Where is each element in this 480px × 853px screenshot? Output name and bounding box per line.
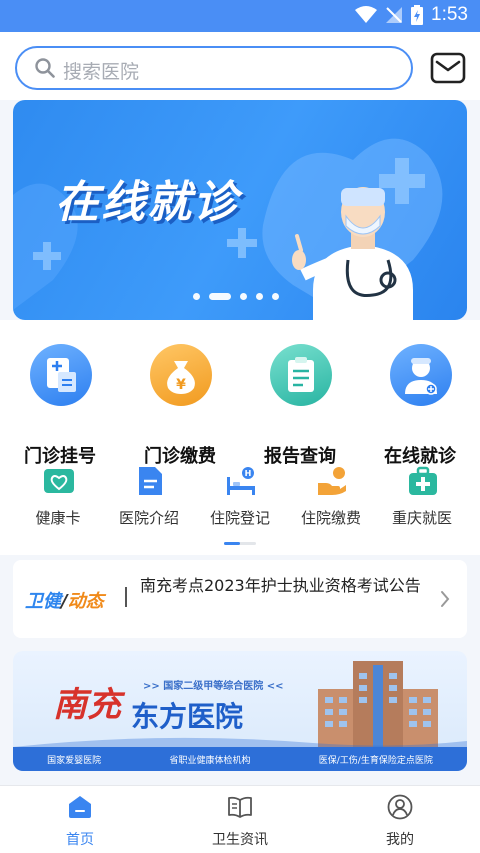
- service-inpatient-registration[interactable]: H 住院登记: [192, 465, 288, 535]
- money-bag-icon: ¥: [150, 344, 212, 406]
- chevron-right-icon[interactable]: [439, 590, 451, 608]
- service-inpatient-payment[interactable]: 住院缴费: [283, 465, 379, 535]
- carousel-dot: [272, 293, 279, 300]
- service-hospital-intro[interactable]: 医院介绍: [101, 465, 197, 535]
- ad-feature: 医保/工伤/生育保险定点医院: [318, 755, 433, 766]
- carousel-dot: [193, 293, 200, 300]
- news-ticker[interactable]: 卫健/动态 南充考点2023年护士执业资格考试公告: [13, 560, 467, 638]
- carousel-indicator: [193, 293, 279, 300]
- tab-label: 我的: [386, 832, 414, 848]
- news-tag: 卫健/动态: [25, 587, 104, 613]
- services-page-indicator: [224, 542, 256, 545]
- open-book-icon: [228, 796, 252, 818]
- service-outpatient-registration[interactable]: 门诊挂号: [0, 344, 120, 467]
- message-envelope-icon[interactable]: [430, 51, 466, 85]
- ad-hospital-name: 东方医院: [131, 700, 244, 733]
- news-headline[interactable]: 南充考点2023年护士执业资格考试公告: [140, 573, 438, 599]
- ad-hospital-grade: >> 国家二级甲等综合医院 <<: [143, 681, 284, 692]
- service-report-query[interactable]: 报告查询: [240, 344, 360, 467]
- search-row: 搜索医院: [0, 32, 480, 100]
- news-divider: [125, 587, 127, 607]
- bottom-tab-bar: 首页 卫生资讯 我的: [0, 785, 480, 853]
- doctor-icon: [390, 344, 452, 406]
- status-icons: 1:53: [355, 4, 468, 26]
- search-placeholder: 搜索医院: [63, 61, 140, 83]
- ad-feature: 省职业健康体检机构: [169, 755, 251, 766]
- report-clipboard-icon: [270, 344, 332, 406]
- ad-feature: 国家爱婴医院: [47, 755, 102, 766]
- service-health-card[interactable]: 健康卡: [10, 465, 106, 535]
- service-label: 医院介绍: [118, 509, 179, 527]
- registration-icon: [30, 344, 92, 406]
- news-tag-part2: 动态: [67, 591, 104, 612]
- tab-label: 卫生资讯: [212, 832, 268, 848]
- service-label: 重庆就医: [391, 509, 452, 527]
- service-label: 健康卡: [35, 509, 81, 527]
- banner-title: 在线就诊: [55, 177, 239, 228]
- ad-features-bar: 国家爱婴医院 省职业健康体检机构 医保/工伤/生育保险定点医院: [13, 747, 467, 771]
- status-time: 1:53: [431, 4, 468, 25]
- tab-home[interactable]: 首页: [30, 794, 130, 850]
- service-online-consultation[interactable]: 在线就诊: [360, 344, 480, 467]
- user-profile-icon: [387, 794, 413, 820]
- service-label: 住院登记: [209, 509, 270, 527]
- medical-kit-icon: [409, 466, 437, 495]
- news-tag-part1: 卫健: [25, 591, 61, 612]
- svg-text:H: H: [245, 469, 252, 478]
- svg-text:¥: ¥: [176, 377, 186, 393]
- search-icon: [35, 58, 55, 78]
- home-icon: [69, 796, 91, 818]
- wifi-icon: [355, 6, 378, 23]
- service-chongqing-medical[interactable]: 重庆就医: [374, 465, 470, 535]
- services-panel: 门诊挂号 ¥ 门诊缴费 报告查询 在线就诊 健康卡 医院介绍 H 住院登记 住院…: [0, 320, 480, 555]
- status-bar: 1:53: [0, 0, 480, 32]
- hospital-bed-icon: H: [227, 467, 255, 495]
- banner-carousel[interactable]: 在线就诊: [13, 100, 467, 320]
- carousel-dot: [256, 293, 263, 300]
- service-label: 住院缴费: [300, 509, 361, 527]
- service-outpatient-payment[interactable]: ¥ 门诊缴费: [120, 344, 240, 467]
- tab-label: 首页: [66, 832, 94, 848]
- search-input[interactable]: 搜索医院: [15, 46, 413, 90]
- carousel-dot: [240, 293, 247, 300]
- battery-charging-icon: [411, 5, 424, 25]
- tab-mine[interactable]: 我的: [350, 794, 450, 850]
- no-signal-icon: [386, 7, 403, 23]
- health-card-icon: [44, 469, 74, 493]
- payment-hand-icon: [318, 467, 346, 495]
- news-tag-slash: /: [61, 591, 68, 612]
- carousel-dot-active: [209, 293, 231, 300]
- ad-city-name: 南充: [53, 685, 121, 725]
- tab-health-news[interactable]: 卫生资讯: [190, 794, 290, 850]
- hospital-ad-banner[interactable]: >> 国家二级甲等综合医院 << 南充 东方医院 国家爱婴医院 省职业健康体检机…: [13, 651, 467, 771]
- document-icon: [139, 467, 162, 495]
